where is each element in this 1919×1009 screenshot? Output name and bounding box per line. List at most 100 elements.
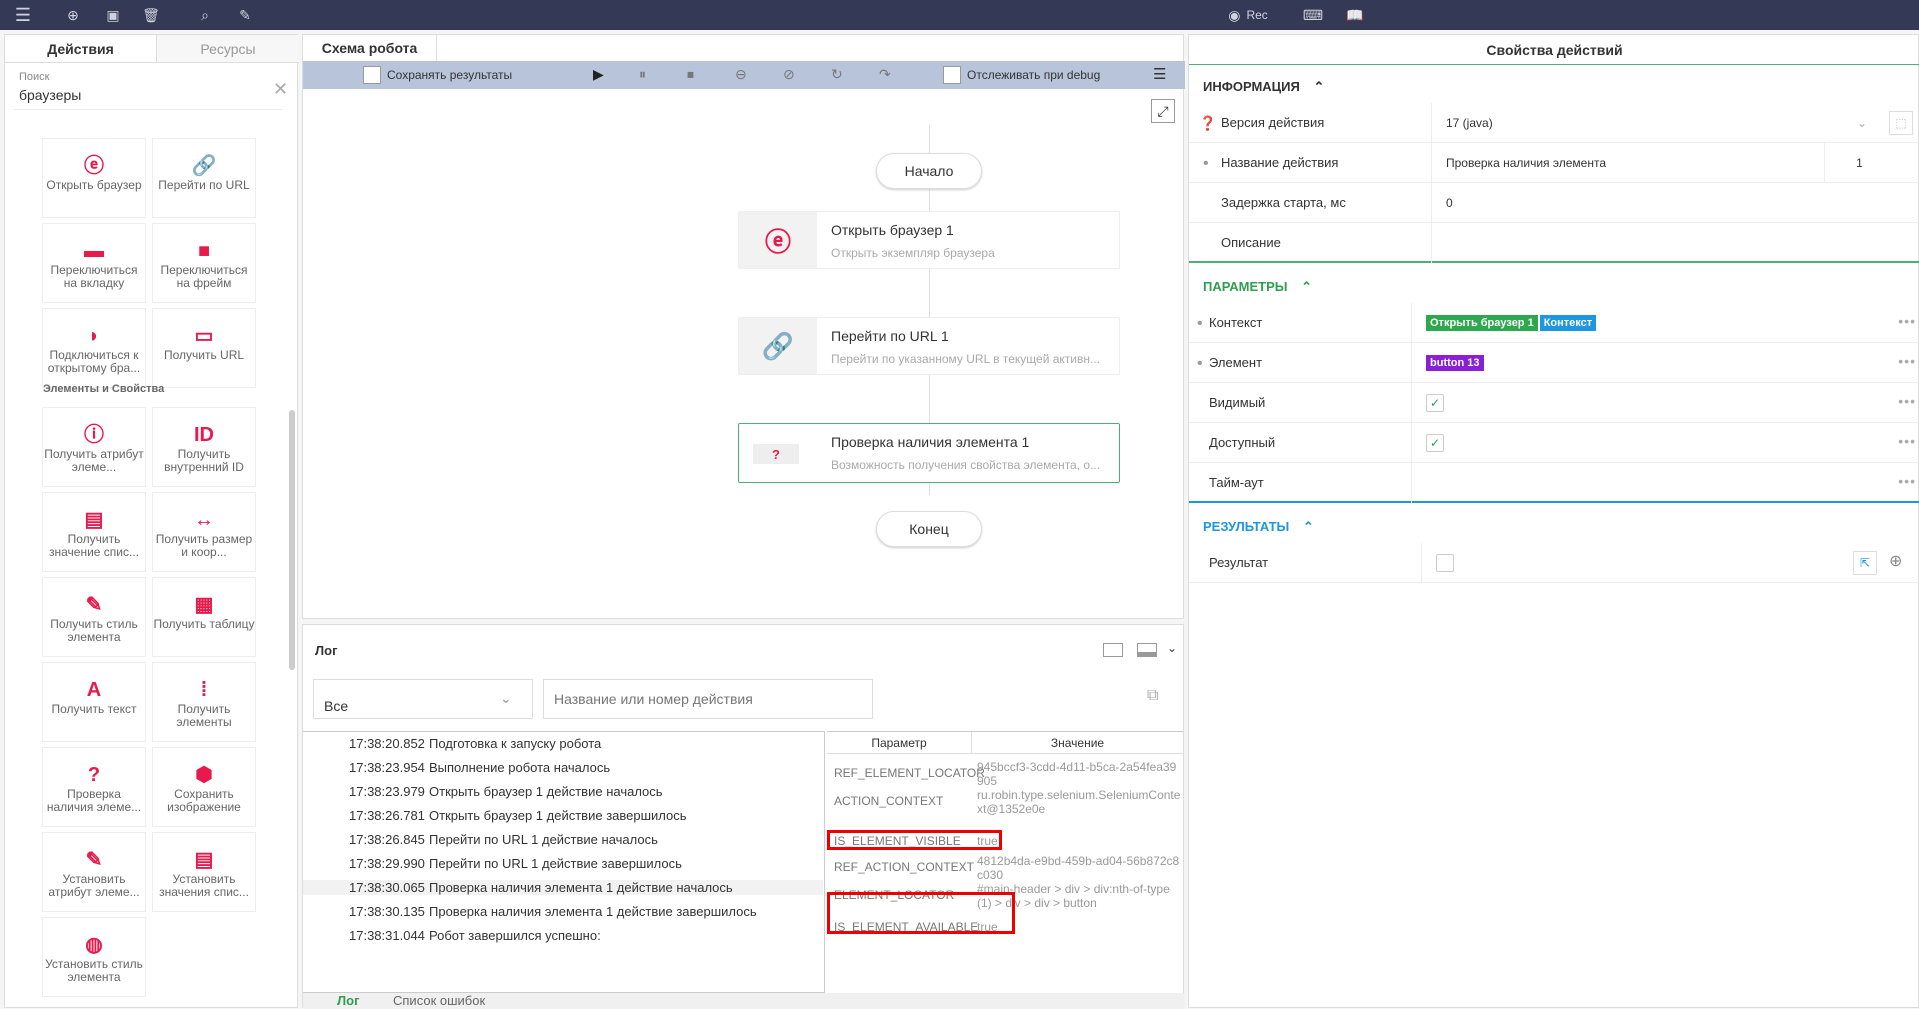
play-icon[interactable]: ▶ [593, 66, 604, 83]
action-card[interactable]: ? Проверка наличия элеме... [43, 748, 145, 826]
action-card[interactable]: ID Получить внутренний ID [153, 408, 255, 486]
action-card[interactable]: ↔ Получить размер и коор... [153, 493, 255, 571]
filter-select[interactable]: Все ⌄ [313, 679, 533, 719]
action-card[interactable]: ✎ Установить атрибут элеме... [43, 833, 145, 911]
tab-scheme[interactable]: Схема робота [303, 35, 437, 61]
add-icon[interactable]: ⊕ [58, 0, 88, 30]
action-card[interactable]: ⬢ Сохранить изображение [153, 748, 255, 826]
context-label: Контекст [1209, 315, 1263, 330]
edit-list-icon[interactable]: ✎ [230, 0, 260, 30]
log-row[interactable]: 17:38:26.845 Перейти по URL 1 действие на… [349, 832, 658, 847]
node-go-url[interactable]: 🔗 Перейти по URL 1 Перейти по указанному… [738, 317, 1120, 375]
more-icon[interactable]: ••• [1898, 393, 1916, 409]
save-results-checkbox[interactable] [363, 66, 381, 84]
name-input[interactable]: Проверка наличия элемента [1431, 143, 1824, 183]
action-card[interactable]: ✎ Получить стиль элемента [43, 578, 145, 656]
log-row[interactable]: 17:38:30.135 Проверка наличия элемента 1 … [349, 904, 757, 919]
cancel-icon[interactable]: ⊘ [783, 66, 795, 83]
log-row[interactable]: 17:38:30.065 Проверка наличия элемента 1 … [303, 880, 823, 895]
record-button[interactable]: ◉ Rec [1218, 0, 1278, 30]
context-tag-browser: Открыть браузер 1 [1426, 315, 1538, 331]
action-card[interactable]: ▭ Получить URL [153, 309, 255, 387]
version-select[interactable]: 17 (java) ⌄ [1431, 103, 1881, 143]
log-message: Открыть браузер 1 действие завершилось [429, 808, 687, 823]
section-info[interactable]: ИНФОРМАЦИЯ ⌃ [1203, 79, 1324, 95]
log-row[interactable]: 17:38:26.781 Открыть браузер 1 действие з… [349, 808, 687, 823]
action-card[interactable]: A Получить текст [43, 663, 145, 741]
section-results[interactable]: РЕЗУЛЬТАТЫ ⌃ [1203, 519, 1314, 535]
more-icon[interactable]: ••• [1898, 473, 1916, 489]
start-node[interactable]: Начало [876, 153, 982, 189]
available-checkbox[interactable]: ✓ [1426, 434, 1444, 452]
section-label: Элементы и Свойства [43, 383, 165, 395]
tab-resources[interactable]: Ресурсы [157, 35, 299, 63]
more-icon[interactable]: ••• [1898, 353, 1916, 369]
layout-icon-1[interactable] [1103, 643, 1123, 657]
book-icon[interactable]: 📖 [1340, 0, 1370, 30]
action-card[interactable]: ⁞ Получить элементы [153, 663, 255, 741]
section-params[interactable]: ПАРАМЕТРЫ ⌃ [1203, 279, 1312, 295]
context-value[interactable]: Открыть браузер 1 Контекст [1411, 303, 1877, 343]
settings-sliders-icon[interactable]: ☰ [1153, 65, 1166, 83]
track-debug-checkbox[interactable] [943, 66, 961, 84]
row-result: Результат ⇱ ⊕ [1189, 543, 1919, 583]
expand-icon[interactable]: ⤢ [1151, 99, 1175, 123]
delay-input[interactable]: 0 [1431, 183, 1881, 223]
row-name: • Название действия Проверка наличия эле… [1189, 143, 1919, 183]
action-card[interactable]: ◍ Установить стиль элемента [43, 918, 145, 996]
param-value: 945bccf3-3cdd-4d11-b5ca-2a54fea39905 [977, 760, 1177, 788]
end-node[interactable]: Конец [876, 511, 982, 547]
minus-icon[interactable]: ⊖ [735, 66, 747, 83]
hamburger-icon[interactable]: ☰ [8, 0, 38, 30]
save-icon[interactable]: ▣ [98, 0, 128, 30]
action-card[interactable]: ◗ Подключиться к открытому бра... [43, 309, 145, 387]
visible-label: Видимый [1209, 395, 1266, 410]
log-row[interactable]: 17:38:23.954 Выполнение робота началось [349, 760, 610, 775]
action-card[interactable]: ▤ Получить значение спис... [43, 493, 145, 571]
timeout-input[interactable] [1411, 463, 1877, 503]
log-row[interactable]: 17:38:20.852 Подготовка к запуску робота [349, 736, 601, 751]
pause-icon[interactable]: ⏸ [639, 66, 646, 83]
log-row[interactable]: 17:38:29.990 Перейти по URL 1 действие за… [349, 856, 682, 871]
copy-icon[interactable]: ⧉ [1147, 687, 1158, 705]
step-icon[interactable]: ↻ [831, 66, 843, 83]
tab-errors[interactable]: Список ошибок [393, 993, 485, 1008]
keyboard-icon[interactable]: ⌨ [1298, 0, 1328, 30]
export-icon[interactable]: ⇱ [1853, 551, 1877, 575]
result-checkbox[interactable] [1436, 554, 1454, 572]
desc-input[interactable] [1431, 223, 1881, 263]
clear-icon[interactable]: ✕ [273, 79, 288, 100]
action-card[interactable]: ▦ Получить таблицу [153, 578, 255, 656]
action-search-input[interactable] [543, 679, 873, 719]
action-card[interactable]: 🔗 Перейти по URL [153, 139, 255, 217]
param-value: true [977, 834, 998, 848]
chevron-down-icon[interactable]: ⌄ [1167, 641, 1177, 655]
attribute-icon: ⓘ [84, 424, 104, 446]
version-side-icon[interactable]: ⬚ [1889, 111, 1913, 135]
stop-icon[interactable]: ⏹ [687, 66, 694, 83]
action-card[interactable]: ▬ Переключиться на вкладку [43, 224, 145, 302]
action-card[interactable]: ▤ Установить значения спис... [153, 833, 255, 911]
tab-actions[interactable]: Действия [5, 35, 157, 63]
node-check-element[interactable]: ? Проверка наличия элемента 1 Возможност… [738, 423, 1120, 483]
action-card-label: Подключиться к открытому бра... [47, 348, 141, 375]
search-input[interactable]: браузеры [19, 87, 81, 103]
log-row[interactable]: 17:38:31.044 Робот завершился успешно: [349, 928, 601, 943]
log-row[interactable]: 17:38:23.979 Открыть браузер 1 действие н… [349, 784, 663, 799]
scrollbar[interactable] [289, 410, 295, 670]
element-value[interactable]: button 13 [1411, 343, 1877, 383]
tab-log[interactable]: Лог [337, 993, 359, 1008]
redo-icon[interactable]: ↷ [879, 66, 891, 83]
more-icon[interactable]: ••• [1898, 313, 1916, 329]
layout-icon-2[interactable] [1137, 643, 1157, 657]
target-icon[interactable]: ⊕ [1889, 551, 1902, 571]
node-open-browser[interactable]: ⓔ Открыть браузер 1 Открыть экземпляр бр… [738, 211, 1120, 269]
more-icon[interactable]: ••• [1898, 433, 1916, 449]
visible-checkbox[interactable]: ✓ [1426, 394, 1444, 412]
action-card[interactable]: ⓘ Получить атрибут элеме... [43, 408, 145, 486]
delete-icon[interactable]: 🗑 [136, 0, 166, 30]
action-card[interactable]: ⓔ Открыть браузер [43, 139, 145, 217]
search-icon[interactable]: ⌕ [190, 0, 220, 30]
action-card[interactable]: ■ Переключиться на фрейм [153, 224, 255, 302]
name-num[interactable]: 1 [1824, 143, 1894, 183]
